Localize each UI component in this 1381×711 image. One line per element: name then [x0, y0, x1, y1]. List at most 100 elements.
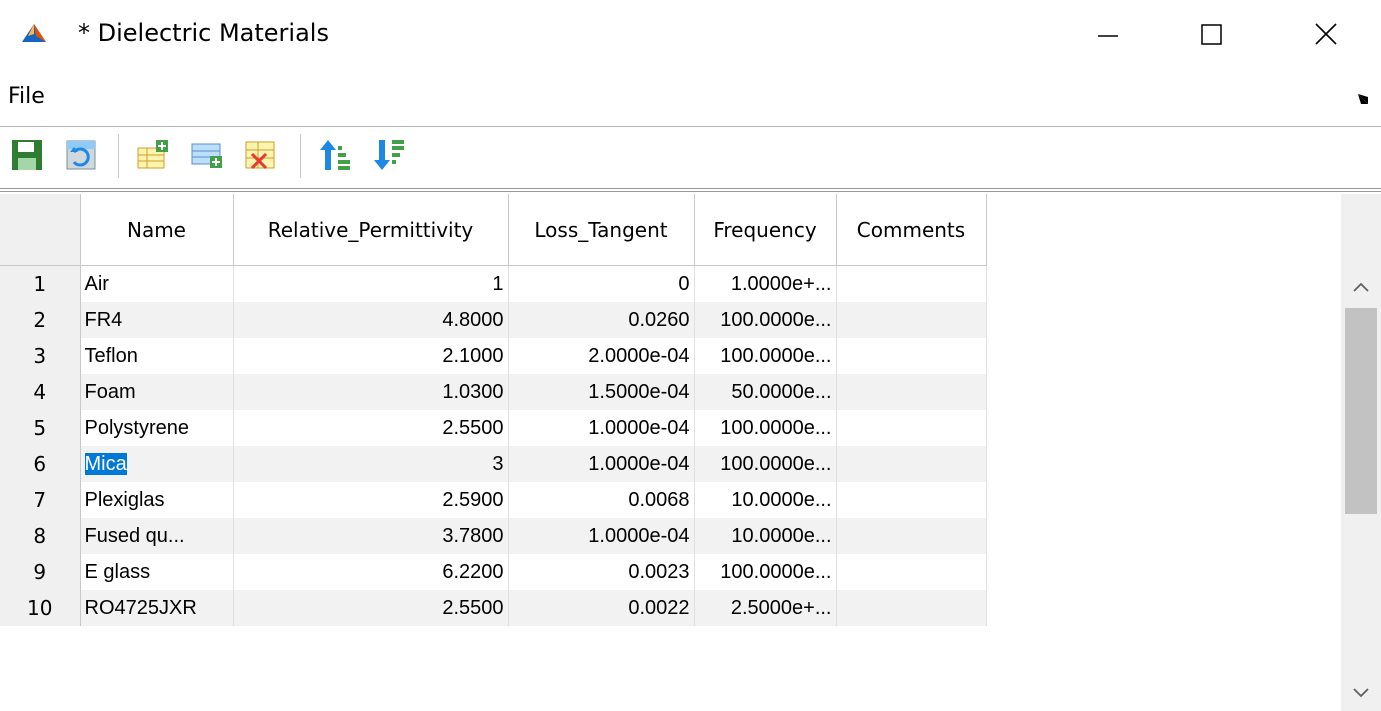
- cell-loss-tangent[interactable]: 0.0022: [508, 590, 695, 626]
- column-header-comments[interactable]: Comments: [836, 194, 987, 266]
- sort-ascending-icon[interactable]: [318, 138, 352, 172]
- cell-comments[interactable]: [836, 554, 987, 590]
- row-number[interactable]: 8: [0, 518, 81, 554]
- cell-comments[interactable]: [836, 302, 987, 338]
- column-header-frequency[interactable]: Frequency: [694, 194, 837, 266]
- cell-name[interactable]: E glass: [79, 554, 234, 590]
- scroll-down-button[interactable]: [1341, 676, 1381, 710]
- cell-comments[interactable]: [836, 590, 987, 626]
- cell-frequency[interactable]: 100.0000e...: [694, 338, 837, 374]
- menu-file[interactable]: File: [8, 84, 45, 109]
- cell-comments[interactable]: [836, 446, 987, 482]
- cell-name[interactable]: Teflon: [79, 338, 234, 374]
- table-row[interactable]: 3 Teflon 2.1000 2.0000e-04 100.0000e...: [0, 338, 987, 374]
- table-row[interactable]: 2 FR4 4.8000 0.0260 100.0000e...: [0, 302, 987, 338]
- maximize-button[interactable]: [1182, 14, 1242, 54]
- table-row[interactable]: 4 Foam 1.0300 1.5000e-04 50.0000e...: [0, 374, 987, 410]
- cell-relative-permittivity[interactable]: 2.5500: [233, 410, 509, 446]
- selected-text[interactable]: Mica: [84, 452, 127, 475]
- table-row[interactable]: 8 Fused qu... 3.7800 1.0000e-04 10.0000e...: [0, 518, 987, 554]
- sort-descending-icon[interactable]: [372, 138, 406, 172]
- cell-frequency[interactable]: 100.0000e...: [694, 446, 837, 482]
- table-row[interactable]: 9E glass 6.2200 0.0023 100.0000e...: [0, 554, 987, 590]
- cell-frequency[interactable]: 1.0000e+...: [694, 265, 837, 302]
- cell-loss-tangent[interactable]: 0.0260: [508, 302, 695, 338]
- cell-loss-tangent[interactable]: 0: [508, 265, 695, 302]
- cell-name[interactable]: Air: [79, 265, 234, 302]
- save-icon[interactable]: [10, 138, 44, 172]
- cell-comments[interactable]: [836, 374, 987, 410]
- column-header-name[interactable]: Name: [80, 194, 234, 266]
- vertical-scrollbar[interactable]: [1341, 194, 1381, 711]
- cell-name[interactable]: Mica: [79, 446, 234, 482]
- cell-relative-permittivity[interactable]: 1: [233, 265, 509, 302]
- cell-comments[interactable]: [836, 518, 987, 554]
- cell-frequency[interactable]: 2.5000e+...: [694, 590, 837, 626]
- cell-relative-permittivity[interactable]: 2.5900: [233, 482, 509, 518]
- cell-loss-tangent[interactable]: 1.0000e-04: [508, 518, 695, 554]
- row-number[interactable]: 2: [0, 302, 81, 338]
- table-row[interactable]: 6 Mica 3 1.0000e-04 100.0000e...: [0, 446, 987, 482]
- cell-relative-permittivity[interactable]: 3: [233, 446, 509, 482]
- cell-comments[interactable]: [836, 265, 987, 302]
- delete-row-icon[interactable]: [244, 138, 278, 172]
- cell-relative-permittivity[interactable]: 2.5500: [233, 590, 509, 626]
- insert-row-icon[interactable]: [190, 138, 224, 172]
- cell-relative-permittivity[interactable]: 2.1000: [233, 338, 509, 374]
- minimize-icon: [1098, 35, 1118, 37]
- close-button[interactable]: [1296, 14, 1356, 54]
- minimize-button[interactable]: [1078, 14, 1138, 54]
- cell-name[interactable]: Fused qu...: [79, 518, 234, 554]
- row-number[interactable]: 5: [0, 410, 81, 446]
- cell-name[interactable]: FR4: [79, 302, 234, 338]
- cell-frequency[interactable]: 50.0000e...: [694, 374, 837, 410]
- corner-header[interactable]: [0, 194, 81, 266]
- cell-name[interactable]: RO4725JXR: [79, 590, 234, 626]
- menu-bar: File: [0, 80, 1381, 120]
- row-number[interactable]: 1: [0, 265, 81, 302]
- cell-name[interactable]: Plexiglas: [79, 482, 234, 518]
- column-header-loss-tangent[interactable]: Loss_Tangent: [508, 194, 695, 266]
- cell-loss-tangent[interactable]: 2.0000e-04: [508, 338, 695, 374]
- cell-loss-tangent[interactable]: 1.5000e-04: [508, 374, 695, 410]
- cell-loss-tangent[interactable]: 1.0000e-04: [508, 410, 695, 446]
- chevron-up-icon: [1353, 282, 1369, 292]
- cell-loss-tangent[interactable]: 0.0023: [508, 554, 695, 590]
- row-number[interactable]: 7: [0, 482, 81, 518]
- cell-relative-permittivity[interactable]: 6.2200: [233, 554, 509, 590]
- cell-frequency[interactable]: 100.0000e...: [694, 410, 837, 446]
- matlab-icon[interactable]: [20, 22, 48, 46]
- undock-icon[interactable]: [1356, 92, 1370, 106]
- cell-frequency[interactable]: 100.0000e...: [694, 554, 837, 590]
- cell-name[interactable]: Foam: [79, 374, 234, 410]
- cell-relative-permittivity[interactable]: 4.8000: [233, 302, 509, 338]
- cell-loss-tangent[interactable]: 0.0068: [508, 482, 695, 518]
- column-header-relative-permittivity[interactable]: Relative_Permittivity: [233, 194, 509, 266]
- refresh-icon[interactable]: [64, 138, 98, 172]
- cell-comments[interactable]: [836, 338, 987, 374]
- cell-relative-permittivity[interactable]: 1.0300: [233, 374, 509, 410]
- row-number[interactable]: 10: [0, 590, 81, 626]
- table-row[interactable]: 5 Polystyrene 2.5500 1.0000e-04 100.0000e...: [0, 410, 987, 446]
- cell-frequency[interactable]: 10.0000e...: [694, 482, 837, 518]
- cell-relative-permittivity[interactable]: 3.7800: [233, 518, 509, 554]
- table-empty-area: [987, 194, 1341, 711]
- row-number[interactable]: 9: [0, 554, 81, 590]
- add-row-icon[interactable]: [136, 138, 170, 172]
- table-row[interactable]: 7 Plexiglas 2.5900 0.0068 10.0000e...: [0, 482, 987, 518]
- row-number[interactable]: 6: [0, 446, 81, 482]
- cell-comments[interactable]: [836, 482, 987, 518]
- cell-frequency[interactable]: 100.0000e...: [694, 302, 837, 338]
- cell-comments[interactable]: [836, 410, 987, 446]
- toolbar: [0, 128, 1381, 188]
- table-row[interactable]: 1 Air 1 0 1.0000e+...: [0, 265, 987, 302]
- row-number[interactable]: 3: [0, 338, 81, 374]
- table-row[interactable]: 10 RO4725JXR 2.5500 0.0022 2.5000e+...: [0, 590, 987, 626]
- cell-loss-tangent[interactable]: 1.0000e-04: [508, 446, 695, 482]
- scrollbar-thumb[interactable]: [1345, 308, 1377, 514]
- scroll-up-button[interactable]: [1341, 270, 1381, 304]
- title-bar: * Dielectric Materials: [0, 0, 1381, 66]
- cell-frequency[interactable]: 10.0000e...: [694, 518, 837, 554]
- row-number[interactable]: 4: [0, 374, 81, 410]
- cell-name[interactable]: Polystyrene: [79, 410, 234, 446]
